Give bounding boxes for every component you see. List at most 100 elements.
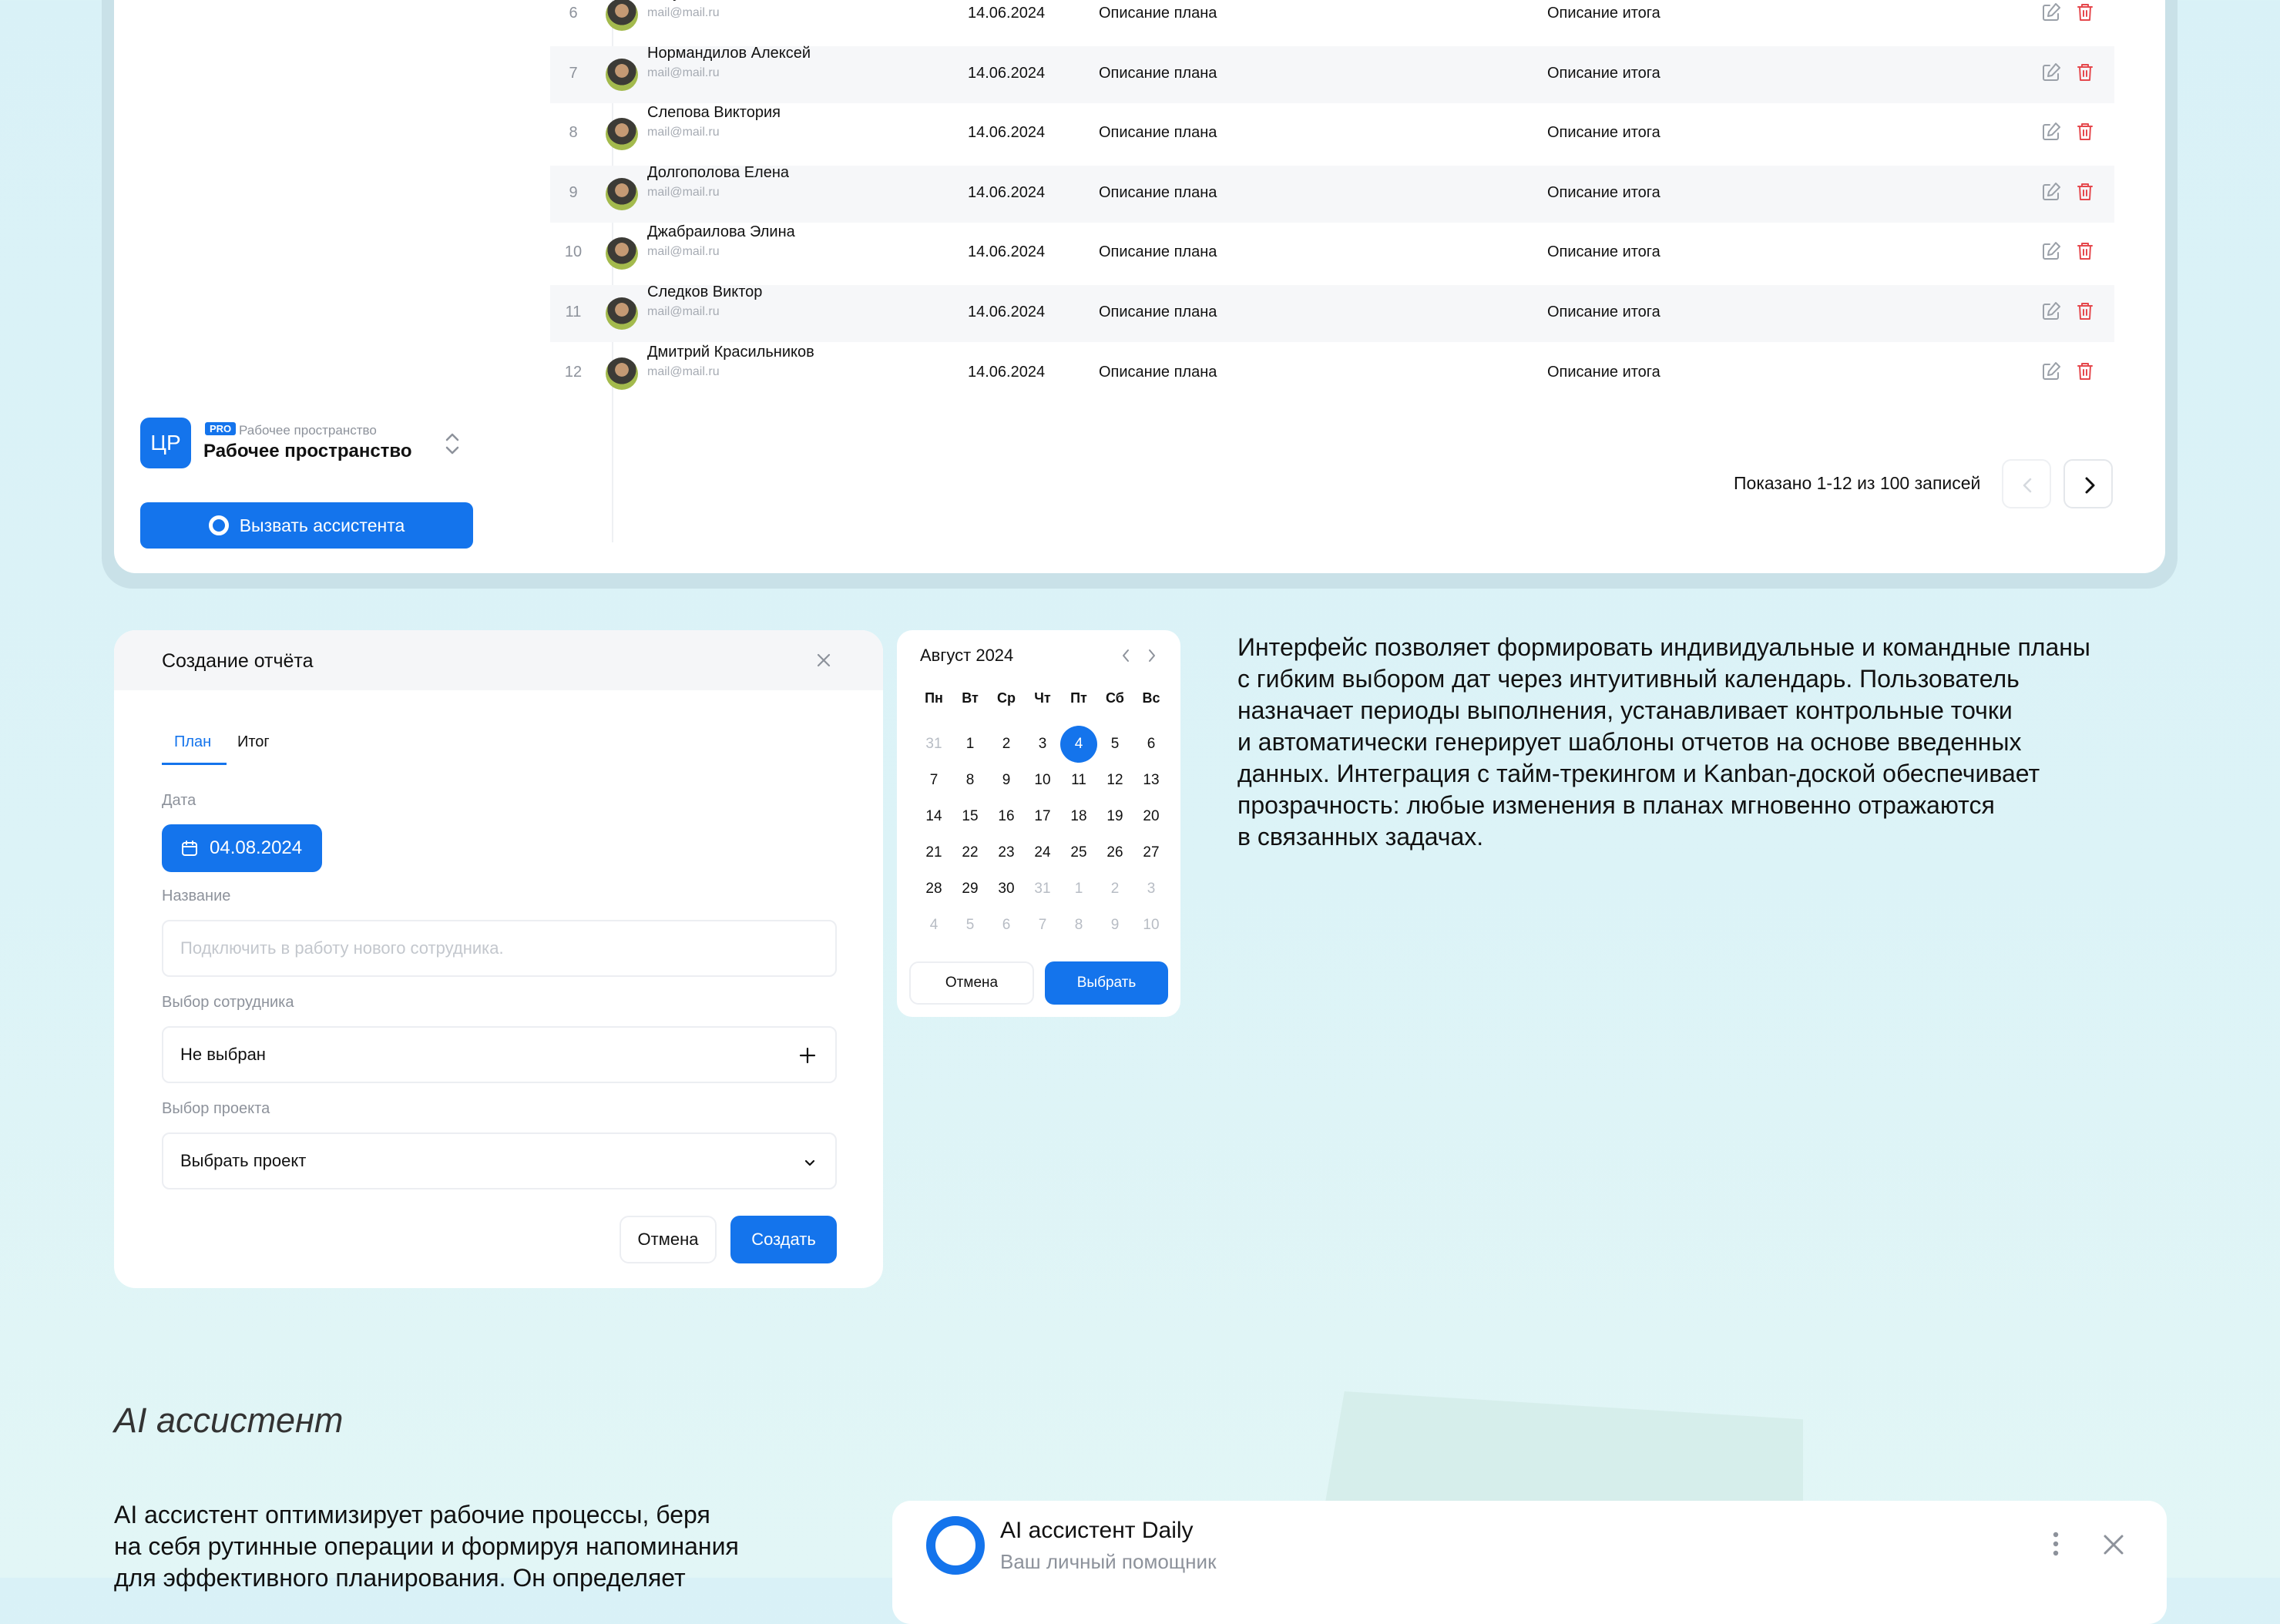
calendar-day[interactable]: 9 [1096,907,1133,944]
weekday-label: Чт [1034,690,1051,706]
employee-select[interactable]: Не выбран [162,1026,837,1083]
chevron-left-icon[interactable] [1117,646,1134,666]
weekday-label: Ср [997,690,1016,706]
table-row: 8 Слепова Виктория mail@mail.ru 14.06.2024 О… [550,104,2114,163]
row-number: 9 [569,183,578,201]
workspace-logo[interactable]: ЦР [140,418,191,468]
calendar-day[interactable]: 17 [1024,798,1061,835]
calendar-day[interactable]: 5 [952,907,989,944]
more-vertical-icon[interactable] [2047,1528,2065,1559]
calendar-day[interactable]: 10 [1024,762,1061,799]
calendar-day[interactable]: 10 [1133,907,1170,944]
calendar-day[interactable]: 1 [952,726,989,763]
project-value: Выбрать проект [180,1151,307,1170]
calendar-day[interactable]: 6 [1133,726,1170,763]
plan-description: Описание плана [1099,243,1217,261]
calendar-day[interactable]: 2 [988,726,1025,763]
create-button[interactable]: Создать [730,1216,837,1263]
date-label: Дата [162,792,196,809]
call-assistant-button[interactable]: Вызвать ассистента [140,502,473,549]
calendar-cancel-button[interactable]: Отмена [909,961,1034,1005]
calendar-day[interactable]: 7 [915,762,952,799]
pagination-info: Показано 1-12 из 100 записей [1734,473,1981,493]
calendar-day[interactable]: 14 [915,798,952,835]
calendar-day[interactable]: 23 [988,834,1025,871]
edit-icon[interactable] [2039,299,2063,324]
calendar-day[interactable]: 13 [1133,762,1170,799]
calendar-day[interactable]: 1 [1060,871,1097,908]
calendar-day[interactable]: 24 [1024,834,1061,871]
calendar-day[interactable]: 7 [1024,907,1061,944]
calendar-day[interactable]: 28 [915,871,952,908]
edit-icon[interactable] [2039,0,2063,25]
cancel-button[interactable]: Отмена [620,1216,717,1263]
active-tab-indicator [162,763,227,765]
chevron-right-icon[interactable] [1143,646,1160,666]
calendar-day[interactable]: 4 [915,907,952,944]
weekday-label: Вс [1142,690,1160,706]
calendar-day[interactable]: 8 [1060,907,1097,944]
date-picker-button[interactable]: 04.08.2024 [162,824,322,872]
calendar-day[interactable]: 11 [1060,762,1097,799]
calendar-day[interactable]: 16 [988,798,1025,835]
row-number: 6 [569,5,578,22]
row-number: 12 [564,363,583,381]
edit-icon[interactable] [2039,359,2063,384]
calendar-day[interactable]: 3 [1024,726,1061,763]
trash-icon[interactable] [2073,239,2097,263]
calendar-day[interactable]: 15 [952,798,989,835]
calendar-day[interactable]: 8 [952,762,989,799]
trash-icon[interactable] [2073,0,2097,25]
calendar-day[interactable]: 20 [1133,798,1170,835]
close-icon[interactable] [812,649,835,672]
row-date: 14.06.2024 [968,183,1046,201]
calendar-day[interactable]: 12 [1096,762,1133,799]
edit-icon[interactable] [2039,180,2063,204]
employee-email: mail@mail.ru [647,65,720,79]
employee-email: mail@mail.ru [647,245,720,259]
trash-icon[interactable] [2073,299,2097,324]
calendar-day[interactable]: 5 [1096,726,1133,763]
calendar-day[interactable]: 2 [1096,871,1133,908]
calendar-day[interactable]: 26 [1096,834,1133,871]
calendar-day[interactable]: 22 [952,834,989,871]
date-picker-calendar: Август 2024 Пн Вт Ср Чт Пт Сб Вс 31 1 2 3 4 5 6 7 8 9 10 1… [897,630,1180,1017]
prev-page-button[interactable] [2002,459,2051,508]
trash-icon[interactable] [2073,359,2097,384]
edit-icon[interactable] [2039,239,2063,263]
trash-icon[interactable] [2073,119,2097,144]
calendar-day[interactable]: 3 [1133,871,1170,908]
avatar [606,357,638,390]
report-name-input[interactable]: Подключить в работу нового сотрудника. [162,920,837,977]
trash-icon[interactable] [2073,180,2097,204]
calendar-day[interactable]: 6 [988,907,1025,944]
edit-icon[interactable] [2039,60,2063,85]
calendar-day[interactable]: 27 [1133,834,1170,871]
calendar-day[interactable]: 31 [915,726,952,763]
project-select[interactable]: Выбрать проект [162,1132,837,1189]
ai-section-text: AI ассистент оптимизирует рабочие процес… [114,1501,739,1592]
calendar-day[interactable]: 21 [915,834,952,871]
plus-icon[interactable] [797,1045,818,1066]
calendar-day[interactable]: 29 [952,871,989,908]
calendar-day[interactable]: 9 [988,762,1025,799]
plan-description: Описание плана [1099,363,1217,381]
employee-email: mail@mail.ru [647,185,720,199]
calendar-day[interactable]: 30 [988,871,1025,908]
calendar-day[interactable]: 31 [1024,871,1061,908]
edit-icon[interactable] [2039,119,2063,144]
result-description: Описание итога [1547,124,1660,142]
tab-result[interactable]: Итог [237,733,270,751]
tab-plan[interactable]: План [174,733,211,751]
chevron-updown-icon[interactable] [441,430,464,458]
trash-icon[interactable] [2073,60,2097,85]
next-page-button[interactable] [2063,459,2113,508]
calendar-day[interactable]: 18 [1060,798,1097,835]
avatar [606,297,638,330]
close-icon[interactable] [2100,1532,2127,1558]
calendar-day[interactable]: 19 [1096,798,1133,835]
calendar-day-selected[interactable]: 4 [1060,726,1097,763]
calendar-day[interactable]: 25 [1060,834,1097,871]
calendar-choose-button[interactable]: Выбрать [1045,961,1168,1005]
weekday-label: Вт [962,690,979,706]
